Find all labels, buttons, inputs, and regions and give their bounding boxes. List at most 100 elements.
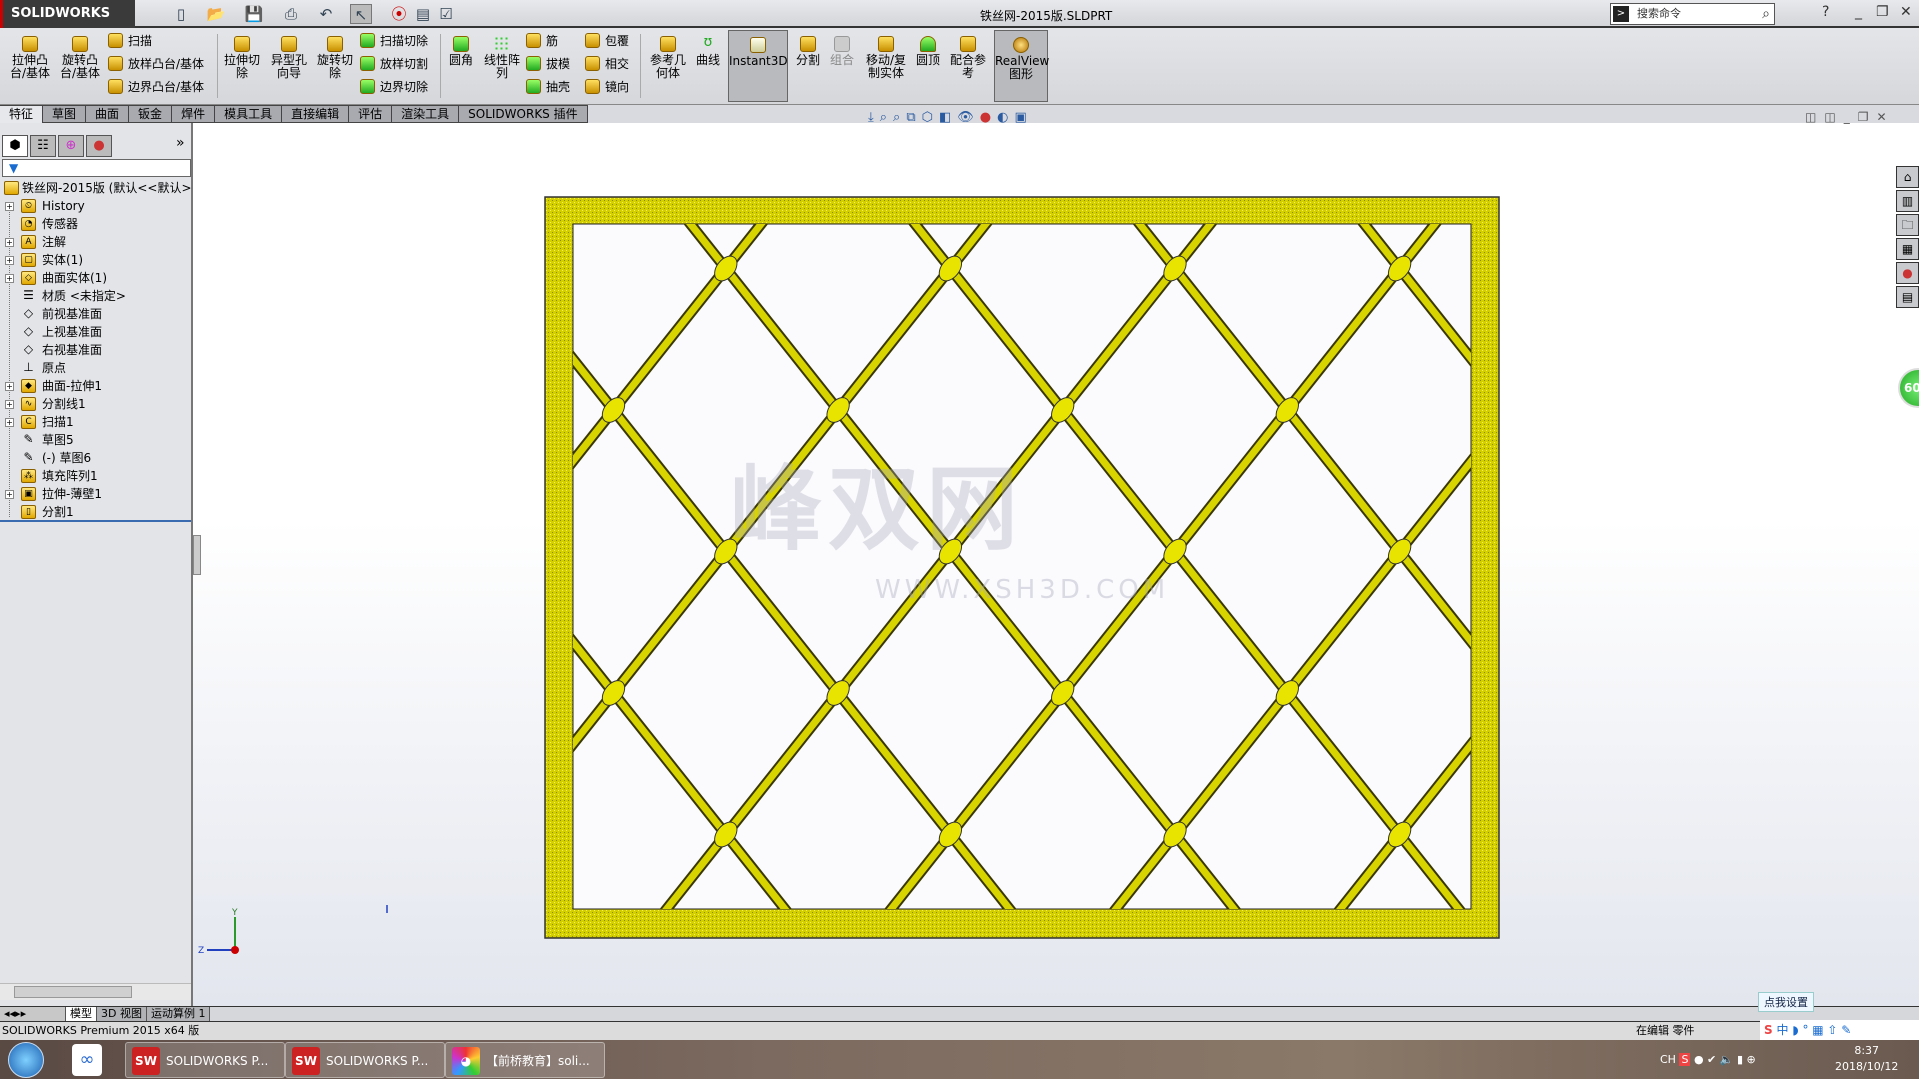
tree-item[interactable]: ✎ (-) 草图6 bbox=[0, 449, 191, 467]
network-icon[interactable]: ▮ bbox=[1737, 1053, 1743, 1066]
tree-item[interactable]: + ▣ 拉伸-薄壁1 bbox=[0, 485, 191, 503]
expand-icon[interactable]: + bbox=[5, 274, 14, 283]
tree-filter-input[interactable]: ▼ bbox=[2, 159, 191, 177]
ime-mode[interactable]: 中 bbox=[1776, 1023, 1788, 1037]
security-icon[interactable]: ✔ bbox=[1707, 1053, 1716, 1066]
language-indicator[interactable]: CH bbox=[1660, 1053, 1676, 1066]
display-manager-tab-icon[interactable]: ● bbox=[86, 135, 112, 157]
solidworks-resources-icon[interactable]: ⌂ bbox=[1896, 166, 1919, 188]
tree-item[interactable]: + ▢ 实体(1) bbox=[0, 251, 191, 269]
expand-icon[interactable]: + bbox=[5, 202, 14, 211]
configuration-manager-tab-icon[interactable]: ⊕ bbox=[58, 135, 84, 157]
tree-item-label: 曲面-拉伸1 bbox=[42, 379, 102, 393]
windows-taskbar: ∞ SW SOLIDWORKS P... SW SOLIDWORKS P... ◕ 【前桥… bbox=[0, 1040, 1919, 1079]
tree-item-label: 草图5 bbox=[42, 433, 74, 447]
wechat-icon[interactable]: ● bbox=[1694, 1053, 1704, 1066]
tree-item[interactable]: + ⏲ History bbox=[0, 197, 191, 215]
sogou-icon[interactable]: S bbox=[1764, 1023, 1773, 1037]
bottom-tab-2[interactable]: 运动算例 1 bbox=[146, 1007, 211, 1021]
expand-icon[interactable]: + bbox=[5, 490, 14, 499]
property-manager-tab-icon[interactable]: ☷ bbox=[30, 135, 56, 157]
date: 2018/10/12 bbox=[1835, 1060, 1899, 1073]
feature-manager-tab-icon[interactable]: ⬢ bbox=[2, 135, 28, 157]
expand-icon[interactable]: + bbox=[5, 418, 14, 427]
tree-item[interactable]: + ◆ 曲面-拉伸1 bbox=[0, 377, 191, 395]
tab-scroll-arrows[interactable]: ◂◂▸▸ bbox=[0, 1007, 66, 1021]
feature-icon: ∿ bbox=[21, 397, 36, 411]
panel-collapse-handle[interactable] bbox=[193, 535, 201, 575]
file-explorer-icon[interactable]: 🗀 bbox=[1896, 214, 1919, 236]
task-label: 【前桥教育】soli... bbox=[486, 1054, 590, 1068]
expand-panel-icon[interactable]: » bbox=[176, 135, 185, 151]
feature-icon: ▣ bbox=[21, 487, 36, 501]
x-axis-dot bbox=[231, 946, 239, 954]
scrollbar-thumb[interactable] bbox=[14, 986, 132, 998]
tree-item[interactable]: ✎ 草图5 bbox=[0, 431, 191, 449]
expand-icon[interactable]: + bbox=[5, 256, 14, 265]
rollback-bar[interactable] bbox=[0, 520, 191, 522]
feature-icon: ✎ bbox=[23, 432, 34, 446]
tree-item[interactable]: + C 扫描1 bbox=[0, 413, 191, 431]
bottom-tab-0[interactable]: 模型 bbox=[66, 1007, 97, 1021]
part-icon bbox=[4, 181, 19, 195]
tree-item[interactable]: + A 注解 bbox=[0, 233, 191, 251]
expand-icon[interactable]: + bbox=[5, 400, 14, 409]
tree-item-label: 分割线1 bbox=[42, 397, 86, 411]
baidu-netdisk-icon[interactable]: ∞ bbox=[72, 1044, 102, 1076]
app-icon: ◕ bbox=[452, 1047, 480, 1075]
watermark-url: WWW.XSH3D.COM bbox=[875, 575, 1170, 605]
filter-icon: ▼ bbox=[9, 161, 19, 175]
feature-icon: ▯ bbox=[21, 505, 36, 519]
start-button[interactable] bbox=[8, 1042, 44, 1078]
feature-icon: ✎ bbox=[23, 450, 34, 464]
expand-icon[interactable]: + bbox=[5, 382, 14, 391]
tree-item[interactable]: + ◇ 曲面实体(1) bbox=[0, 269, 191, 287]
tree-item[interactable]: ▯ 分割1 bbox=[0, 503, 191, 521]
tree-item-label: 扫描1 bbox=[42, 415, 74, 429]
sogou-tray-icon[interactable]: S bbox=[1679, 1053, 1691, 1066]
model-view-tabs: ◂◂▸▸ 模型 3D 视图 运动算例 1 bbox=[0, 1006, 1919, 1022]
taskbar-task[interactable]: SW SOLIDWORKS P... bbox=[125, 1042, 285, 1078]
feature-icon: ◆ bbox=[21, 379, 36, 393]
ime-tooltip: 点我设置 bbox=[1758, 992, 1814, 1012]
feature-icon: ⁂ bbox=[21, 469, 36, 483]
feature-icon: ◇ bbox=[23, 306, 34, 320]
feature-icon: ◇ bbox=[23, 324, 34, 338]
tree-root[interactable]: 铁丝网-2015版 (默认<<默认>_ bbox=[0, 179, 191, 197]
feature-icon: ⏲ bbox=[21, 199, 36, 213]
system-tray: CH S ● ✔ 🔈 ▮ ⊕ bbox=[1660, 1040, 1756, 1079]
tree-item[interactable]: ◇ 右视基准面 bbox=[0, 341, 191, 359]
panel-tabs: ⬢ ☷ ⊕ ● bbox=[2, 135, 112, 157]
taskbar-task[interactable]: SW SOLIDWORKS P... bbox=[285, 1042, 445, 1078]
taskbar-task[interactable]: ◕ 【前桥教育】soli... bbox=[445, 1042, 605, 1078]
feature-icon: A bbox=[21, 235, 36, 249]
design-library-icon[interactable]: ▥ bbox=[1896, 190, 1919, 212]
tree-item[interactable]: + ∿ 分割线1 bbox=[0, 395, 191, 413]
tree-item[interactable]: ◇ 前视基准面 bbox=[0, 305, 191, 323]
clock[interactable]: 8:37 2018/10/12 bbox=[1835, 1043, 1898, 1075]
tree-item[interactable]: ⊥ 原点 bbox=[0, 359, 191, 377]
view-palette-icon[interactable]: ▦ bbox=[1896, 238, 1919, 260]
tree-item[interactable]: ◔ 传感器 bbox=[0, 215, 191, 233]
feature-icon: ⊥ bbox=[23, 360, 34, 374]
ime-toolbar[interactable]: S 中 ◗ ° ▦ ⇧ ✎ bbox=[1760, 1020, 1919, 1040]
custom-properties-icon[interactable]: ▤ bbox=[1896, 286, 1919, 308]
feature-icon: ◔ bbox=[21, 217, 36, 231]
tree-item-label: 分割1 bbox=[42, 505, 74, 519]
appearances-icon[interactable]: ● bbox=[1896, 262, 1919, 284]
z-label: Z bbox=[198, 946, 204, 956]
feature-icon: ▢ bbox=[21, 253, 36, 267]
tree-item[interactable]: ◇ 上视基准面 bbox=[0, 323, 191, 341]
horizontal-scrollbar[interactable] bbox=[0, 983, 191, 1000]
bottom-tab-1[interactable]: 3D 视图 bbox=[97, 1007, 147, 1021]
volume-icon[interactable]: 🔈 bbox=[1720, 1053, 1734, 1066]
tree-item-label: 曲面实体(1) bbox=[42, 271, 107, 285]
task-label: SOLIDWORKS P... bbox=[166, 1054, 269, 1068]
tree-item[interactable]: ☰ 材质 <未指定> bbox=[0, 287, 191, 305]
expand-icon[interactable]: + bbox=[5, 238, 14, 247]
tree-item[interactable]: ⁂ 填充阵列1 bbox=[0, 467, 191, 485]
time: 8:37 bbox=[1854, 1044, 1880, 1057]
tray-app-icon[interactable]: ⊕ bbox=[1747, 1053, 1756, 1066]
watermark-logo: 峰双网 bbox=[730, 456, 1025, 563]
tree-item-label: 拉伸-薄壁1 bbox=[42, 487, 102, 501]
